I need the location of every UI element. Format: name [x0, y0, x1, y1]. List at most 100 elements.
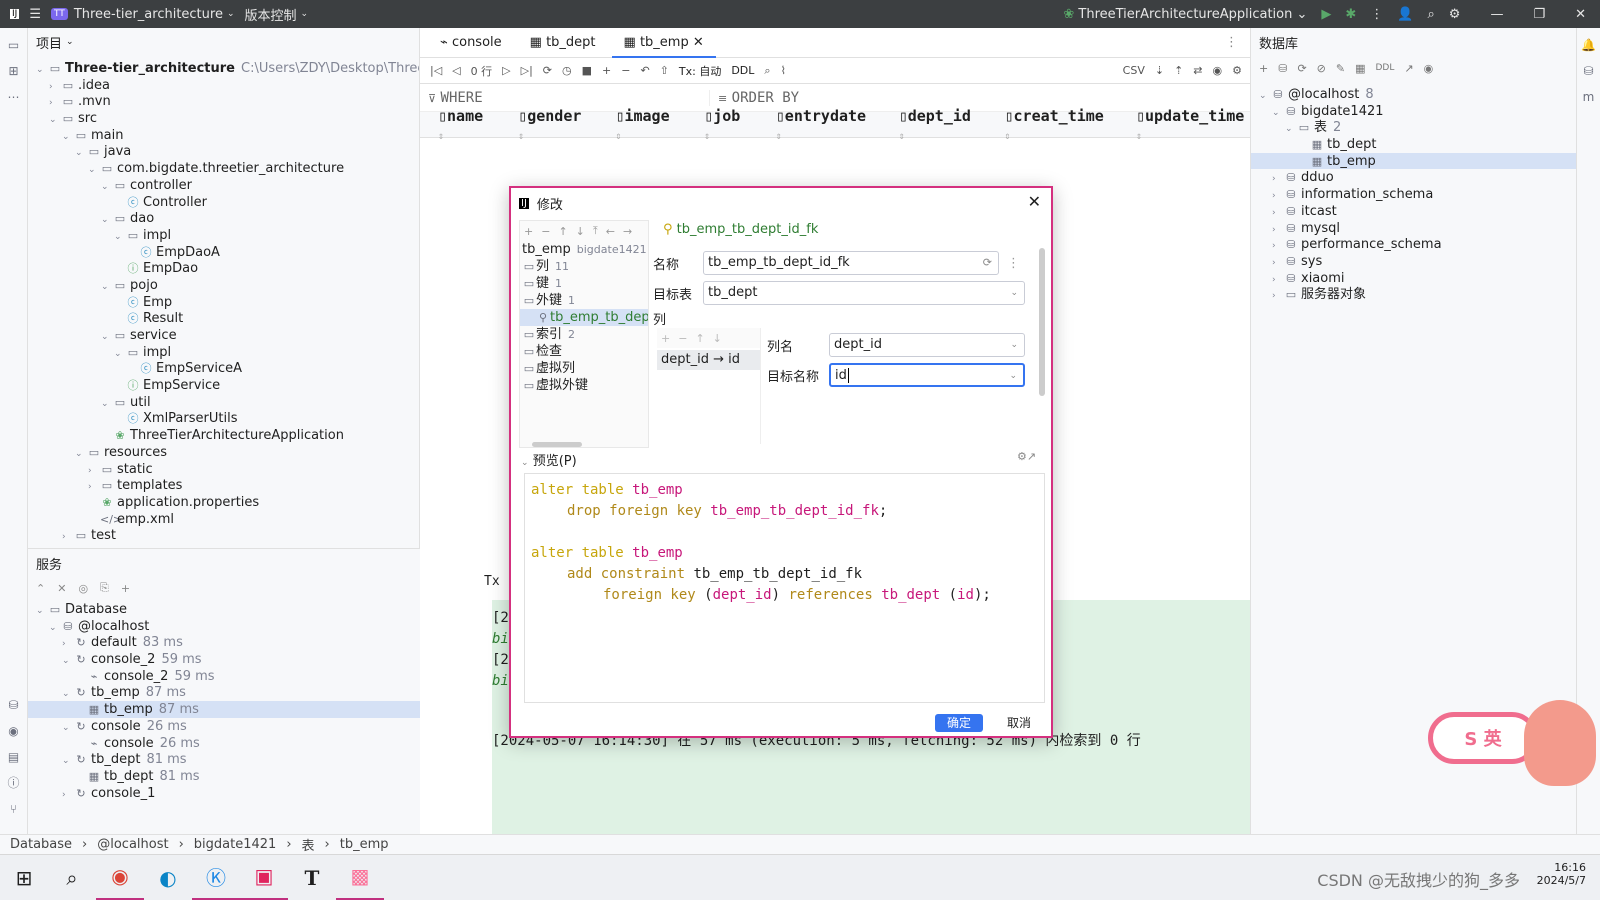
tree-root[interactable]: tb_emp bigdate1421 [	[520, 241, 648, 258]
tree-item[interactable]: › ▭ static	[28, 461, 419, 478]
collapse-icon[interactable]: ✕	[57, 582, 66, 595]
tree-item[interactable]: › ⛁ mysql	[1251, 220, 1576, 237]
main-menu-icon[interactable]: ☰	[29, 7, 41, 22]
tree-item[interactable]: ⌄ ↻ console 26 ms	[28, 718, 483, 735]
tree-item[interactable]: ⓒ Emp	[28, 294, 419, 311]
column-header[interactable]: ▯job ⇕	[704, 107, 750, 143]
tree-item[interactable]: ⌄ ▭ 表 2	[1251, 119, 1576, 136]
tree-item[interactable]: ▦ tb_emp	[1251, 152, 1576, 170]
tree-item[interactable]: ⌄ ▭ dao	[28, 210, 419, 227]
disconnect-icon[interactable]: ⊘	[1317, 62, 1326, 75]
column-header[interactable]: ▯name ⇕	[438, 107, 492, 143]
remove-icon[interactable]: −	[541, 225, 550, 238]
tab-tb-emp[interactable]: ▦ tb_emp ✕	[611, 28, 716, 58]
sort-icon[interactable]: ⇕	[1136, 131, 1142, 142]
project-switcher[interactable]: TT Three-tier_architecture ⌄	[50, 7, 235, 22]
forward-icon[interactable]: →	[623, 225, 632, 238]
table-icon[interactable]: ▦	[1355, 62, 1365, 75]
mapping-item[interactable]: dept_id → id	[657, 350, 760, 370]
stop-icon[interactable]: ■	[582, 64, 592, 77]
tree-item[interactable]: › ▭ .idea	[28, 77, 419, 94]
tree-item[interactable]: ▦ tb_dept	[1251, 136, 1576, 153]
sort-icon[interactable]: ⇕	[899, 131, 905, 142]
problems-icon[interactable]: ⓘ	[5, 774, 23, 792]
tree-item[interactable]: ⓒ EmpDaoA	[28, 244, 419, 261]
tree-item[interactable]: ⌄ ▭ resources	[28, 444, 419, 461]
tree-item[interactable]: ⌄ ↻ tb_emp 87 ms	[28, 684, 483, 701]
restore-icon[interactable]: ❐	[1533, 7, 1545, 22]
add-icon[interactable]: +	[524, 225, 533, 238]
breadcrumb-item[interactable]: tb_emp	[340, 837, 389, 852]
revert-icon[interactable]: ↶	[640, 64, 649, 77]
tree-item[interactable]: ⌄ ▭ Database	[28, 601, 483, 618]
settings-icon[interactable]: ⚙	[1449, 7, 1461, 22]
structure-tree-item[interactable]: ▭ 列 11	[520, 258, 648, 275]
add-icon[interactable]: +	[661, 332, 670, 345]
breadcrumb-item[interactable]: 表	[302, 835, 315, 854]
chrome-icon[interactable]: ◉	[96, 855, 144, 900]
pin-icon[interactable]: ⤒	[593, 224, 598, 238]
submit-icon[interactable]: ⇧	[660, 64, 669, 77]
group-icon[interactable]: ⎘	[100, 581, 109, 595]
structure-tree-item[interactable]: ⚲tb_emp_tb_dept_	[520, 309, 648, 326]
tree-item[interactable]: › ↻ console_1	[28, 785, 483, 802]
sort-icon[interactable]: ⇕	[518, 131, 524, 142]
ddl-button[interactable]: DDL	[1376, 63, 1395, 73]
column-header[interactable]: ▯entrydate ⇕	[776, 107, 873, 143]
regenerate-icon[interactable]: ⟳	[983, 252, 992, 274]
intellij-icon[interactable]: ▣	[240, 855, 288, 900]
more-tools-icon[interactable]: ⋯	[5, 88, 23, 106]
tree-item[interactable]: › ⛁ xiaomi	[1251, 270, 1576, 287]
user-icon[interactable]: 👤	[1397, 7, 1413, 22]
preview-toggle[interactable]: ⌄ 预览(P)	[521, 450, 577, 469]
tree-item[interactable]: ⌄ ▭ util	[28, 394, 419, 411]
chevron-right-icon[interactable]: ›	[62, 787, 74, 804]
structure-icon[interactable]: ⊞	[5, 62, 23, 80]
vertical-scrollbar[interactable]	[1039, 248, 1045, 396]
move-down-icon[interactable]: ↓	[713, 332, 722, 345]
git-icon[interactable]: ⑂	[5, 800, 23, 818]
import-icon[interactable]: ⇡	[1174, 64, 1183, 77]
chevron-right-icon[interactable]: ›	[1272, 288, 1284, 305]
close-icon[interactable]: ✕	[1575, 7, 1586, 22]
debug-icon[interactable]: ✱	[1345, 7, 1356, 22]
run-config-selector[interactable]: ❀ ThreeTierArchitectureApplication ⌄	[1063, 7, 1307, 22]
sql-preview[interactable]: alter table tb_emp drop foreign key tb_e…	[524, 473, 1045, 703]
move-up-icon[interactable]: ↑	[695, 332, 704, 345]
last-page-icon[interactable]: ▷|	[521, 64, 533, 77]
tree-item[interactable]: › ⛁ performance_schema	[1251, 236, 1576, 253]
tree-item[interactable]: › ⛁ dduo	[1251, 169, 1576, 186]
tree-item[interactable]: ⌄ ▭ src	[28, 110, 419, 127]
column-header[interactable]: ▯dept_id ⇕	[899, 107, 979, 143]
sort-icon[interactable]: ⇕	[615, 131, 621, 142]
tree-item[interactable]: ⌄ ▭ java	[28, 143, 419, 160]
tree-item[interactable]: ⌄ ▭ controller	[28, 177, 419, 194]
datasource-icon[interactable]: ⛁	[1278, 62, 1287, 75]
view-icon[interactable]: ◎	[78, 582, 88, 595]
tree-item[interactable]: › ⛁ sys	[1251, 253, 1576, 270]
tree-item[interactable]: ❀ application.properties	[28, 494, 419, 511]
tree-item[interactable]: › ↻ default 83 ms	[28, 634, 483, 651]
structure-tree-item[interactable]: ▭ 虚拟外键	[520, 377, 648, 394]
search-icon[interactable]: ⌕	[1428, 7, 1435, 22]
tree-item[interactable]: › ▭ test	[28, 527, 419, 544]
breadcrumb-item[interactable]: @localhost	[97, 837, 168, 852]
tree-item[interactable]: ⌄ ▭ main	[28, 127, 419, 144]
database-icon[interactable]: ⛁	[5, 696, 23, 714]
close-icon[interactable]: ✕	[1028, 192, 1041, 211]
settings-icon[interactable]: ⚙	[1232, 64, 1242, 77]
delete-row-icon[interactable]: −	[621, 64, 630, 77]
move-up-icon[interactable]: ↑	[558, 225, 567, 238]
expand-icon[interactable]: ⌃	[36, 582, 45, 595]
remove-icon[interactable]: −	[678, 332, 687, 345]
history-icon[interactable]: ◷	[562, 64, 572, 77]
database-icon[interactable]: ⛁	[1580, 62, 1598, 80]
column-header[interactable]: ▯image ⇕	[615, 107, 678, 143]
tree-item[interactable]: ▦ tb_dept 81 ms	[28, 768, 483, 785]
tree-item[interactable]: › ▭ templates	[28, 477, 419, 494]
clock[interactable]: 16:16 2024/5/7	[1537, 861, 1586, 887]
tree-item[interactable]: ⓒ Controller	[28, 194, 419, 211]
jump-icon[interactable]: ↗	[1404, 62, 1413, 75]
structure-tree-item[interactable]: ▭ 键 1	[520, 275, 648, 292]
cancel-button[interactable]: 取消	[995, 714, 1043, 732]
